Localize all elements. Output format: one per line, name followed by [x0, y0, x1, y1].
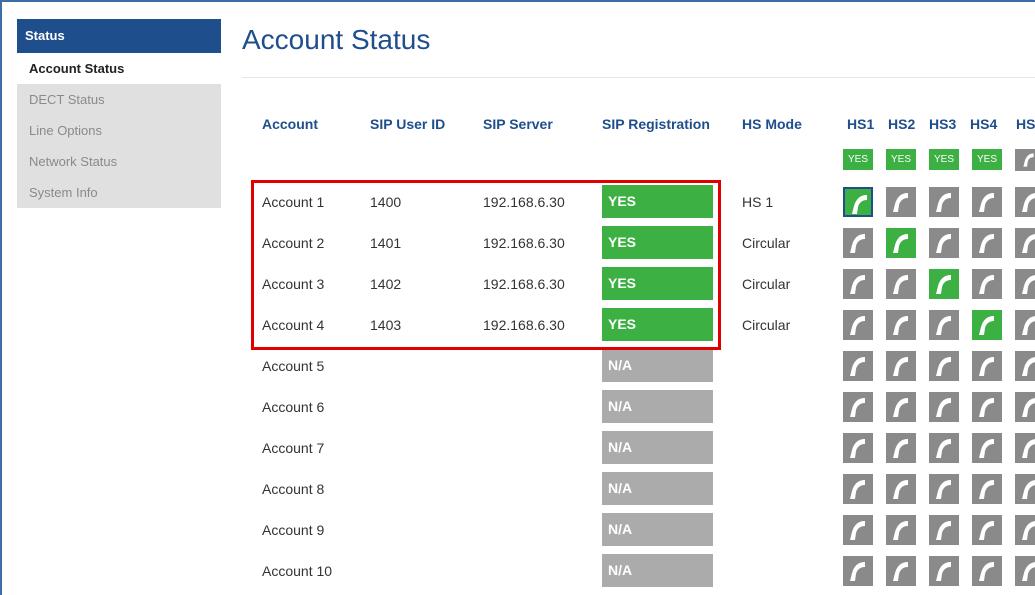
column-header-hs3: HS3 [929, 116, 957, 132]
handset-3-phone-icon[interactable] [929, 392, 959, 422]
sip-registration-status: N/A [602, 349, 713, 382]
sidebar: Status Account Status DECT Status Line O… [17, 19, 221, 208]
handset-2-phone-icon[interactable] [886, 556, 916, 586]
sidebar-item-network-status[interactable]: Network Status [17, 146, 221, 177]
column-header-hs-mode: HS Mode [742, 116, 802, 132]
handset-4-phone-icon[interactable] [972, 310, 1002, 340]
account-name: Account 10 [262, 563, 333, 579]
handset-5-phone-icon[interactable] [1015, 228, 1035, 258]
handset-3-phone-icon[interactable] [929, 228, 959, 258]
handset-5-phone-icon[interactable] [1015, 515, 1035, 545]
handset-4-phone-icon[interactable] [972, 351, 1002, 381]
hs-mode: Circular [742, 276, 791, 292]
handset-1-phone-icon[interactable] [843, 392, 873, 422]
sidebar-item-system-info[interactable]: System Info [17, 177, 221, 208]
column-header-sip-user-id: SIP User ID [370, 116, 446, 132]
handset-1-phone-icon[interactable] [843, 310, 873, 340]
handset-3-phone-icon[interactable] [929, 187, 959, 217]
handset-2-phone-icon[interactable] [886, 228, 916, 258]
account-name: Account 7 [262, 440, 325, 456]
handset-5-phone-icon[interactable] [1015, 351, 1035, 381]
handset-4-phone-icon[interactable] [972, 515, 1002, 545]
handset-3-phone-icon[interactable] [929, 269, 959, 299]
account-name: Account 8 [262, 481, 325, 497]
account-name: Account 5 [262, 358, 325, 374]
handset-5-phone-icon[interactable] [1015, 187, 1035, 217]
handset-1-phone-icon[interactable] [843, 269, 873, 299]
handset-4-phone-icon[interactable] [972, 187, 1002, 217]
hs1-registered-badge: YES [843, 149, 873, 170]
sidebar-item-dect-status[interactable]: DECT Status [17, 84, 221, 115]
handset-4-phone-icon[interactable] [972, 392, 1002, 422]
sidebar-section-status[interactable]: Status [17, 19, 221, 53]
handset-2-phone-icon[interactable] [886, 310, 916, 340]
column-header-hs5: HS [1016, 116, 1035, 132]
hs3-registered-badge: YES [929, 149, 959, 170]
page-title: Account Status [242, 24, 431, 55]
hs-mode: Circular [742, 317, 791, 333]
handset-2-phone-icon[interactable] [886, 392, 916, 422]
hs4-registered-badge: YES [972, 149, 1002, 170]
hs-mode: HS 1 [742, 194, 774, 210]
handset-3-phone-icon[interactable] [929, 515, 959, 545]
column-header-account: Account [262, 116, 318, 132]
handset-1-phone-icon[interactable] [843, 474, 873, 504]
hs5-handset-icon [1015, 149, 1035, 171]
handset-5-phone-icon[interactable] [1015, 556, 1035, 586]
handset-5-phone-icon[interactable] [1015, 433, 1035, 463]
handset-5-phone-icon[interactable] [1015, 474, 1035, 504]
handset-4-phone-icon[interactable] [972, 433, 1002, 463]
handset-5-phone-icon[interactable] [1015, 392, 1035, 422]
hs2-registered-badge: YES [886, 149, 916, 170]
handset-4-phone-icon[interactable] [972, 474, 1002, 504]
handset-1-phone-icon[interactable] [843, 515, 873, 545]
handset-1-phone-icon[interactable] [843, 187, 873, 217]
handset-1-phone-icon[interactable] [843, 433, 873, 463]
handset-4-phone-icon[interactable] [972, 228, 1002, 258]
sip-registration-status: N/A [602, 390, 713, 423]
column-header-sip-server: SIP Server [483, 116, 553, 132]
handset-1-phone-icon[interactable] [843, 351, 873, 381]
handset-2-phone-icon[interactable] [886, 433, 916, 463]
handset-3-phone-icon[interactable] [929, 433, 959, 463]
sidebar-item-line-options[interactable]: Line Options [17, 115, 221, 146]
handset-1-phone-icon[interactable] [843, 556, 873, 586]
sip-registration-status: N/A [602, 554, 713, 587]
registered-accounts-highlight [251, 180, 721, 350]
window-frame-top [0, 0, 1035, 2]
sip-registration-status: N/A [602, 513, 713, 546]
handset-2-phone-icon[interactable] [886, 187, 916, 217]
handset-2-phone-icon[interactable] [886, 269, 916, 299]
account-name: Account 9 [262, 522, 325, 538]
column-header-hs4: HS4 [970, 116, 998, 132]
handset-3-phone-icon[interactable] [929, 351, 959, 381]
handset-2-phone-icon[interactable] [886, 474, 916, 504]
column-header-hs1: HS1 [847, 116, 875, 132]
hs-mode: Circular [742, 235, 791, 251]
column-header-sip-registration: SIP Registration [602, 116, 710, 132]
sip-registration-status: N/A [602, 431, 713, 464]
handset-2-phone-icon[interactable] [886, 515, 916, 545]
handset-1-phone-icon[interactable] [843, 228, 873, 258]
sidebar-item-account-status[interactable]: Account Status [17, 53, 221, 84]
account-name: Account 6 [262, 399, 325, 415]
handset-3-phone-icon[interactable] [929, 556, 959, 586]
handset-4-phone-icon[interactable] [972, 556, 1002, 586]
column-header-hs2: HS2 [888, 116, 916, 132]
handset-4-phone-icon[interactable] [972, 269, 1002, 299]
handset-5-phone-icon[interactable] [1015, 310, 1035, 340]
handset-3-phone-icon[interactable] [929, 310, 959, 340]
handset-3-phone-icon[interactable] [929, 474, 959, 504]
window-frame-left [0, 0, 2, 595]
handset-5-phone-icon[interactable] [1015, 269, 1035, 299]
sip-registration-status: N/A [602, 472, 713, 505]
handset-2-phone-icon[interactable] [886, 351, 916, 381]
title-divider [242, 77, 1035, 78]
